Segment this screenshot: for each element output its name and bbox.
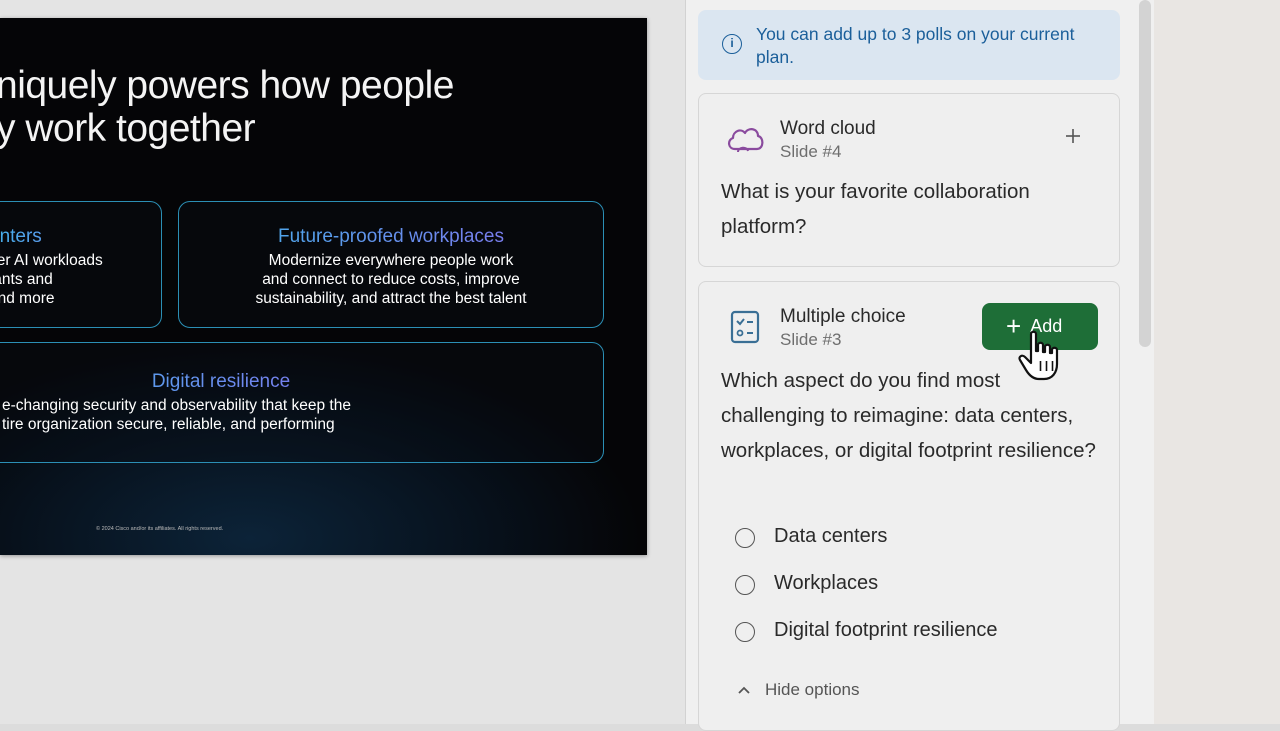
slide-card-body: Modernize everywhere people work and con… (255, 252, 527, 307)
poll-slide-label: Slide #3 (780, 330, 842, 349)
poll-option-label: Data centers (774, 525, 888, 547)
poll-question: What is your favorite collaboration plat… (721, 180, 1030, 238)
slide-canvas-area: niquely powers how people y work togethe… (0, 0, 685, 724)
hide-options-label: Hide options (765, 680, 860, 699)
slide-card-body: ver AI workloads tants and and more (0, 252, 103, 307)
slide-card-data-centers: enters ver AI workloads tants and and mo… (0, 201, 162, 328)
add-word-cloud-button[interactable] (1061, 124, 1085, 148)
slide-card-workplaces: Future-proofed workplaces Modernize ever… (178, 201, 604, 328)
slide-card-body: e-changing security and observability th… (2, 397, 351, 433)
window-background (1154, 0, 1280, 724)
poll-option-label: Digital footprint resilience (774, 619, 998, 641)
slide-copyright: © 2024 Cisco and/or its affiliates. All … (96, 526, 224, 532)
hide-options-toggle[interactable]: Hide options (737, 680, 860, 700)
slide-card-digital-resilience: Digital resilience e-changing security a… (0, 342, 604, 463)
radio-button[interactable] (735, 575, 755, 595)
poll-card-word-cloud[interactable]: Word cloud Slide #4 What is your favorit… (698, 93, 1120, 267)
slide-card-title: Future-proofed workplaces (179, 226, 603, 248)
slide-title: niquely powers how people y work togethe… (0, 64, 454, 150)
poll-type-label: Multiple choice (780, 306, 906, 327)
info-icon: i (722, 34, 742, 54)
radio-button[interactable] (735, 528, 755, 548)
slide-card-title: Digital resilience (0, 371, 411, 393)
chevron-up-icon (737, 682, 751, 698)
cloud-icon (725, 121, 765, 160)
checklist-icon (730, 310, 760, 349)
poll-type-label: Word cloud (780, 118, 876, 139)
radio-button[interactable] (735, 622, 755, 642)
poll-slide-label: Slide #4 (780, 142, 842, 161)
poll-option-label: Workplaces (774, 572, 879, 594)
poll-limit-text: You can add up to 3 polls on your curren… (756, 24, 1075, 67)
slide-card-title: enters (0, 226, 161, 248)
hand-cursor-icon (1017, 330, 1063, 387)
plus-icon (1066, 129, 1080, 143)
poll-limit-banner: You can add up to 3 polls on your curren… (698, 10, 1120, 80)
slide-preview: niquely powers how people y work togethe… (0, 18, 647, 555)
panel-scrollbar-thumb[interactable] (1139, 0, 1151, 347)
